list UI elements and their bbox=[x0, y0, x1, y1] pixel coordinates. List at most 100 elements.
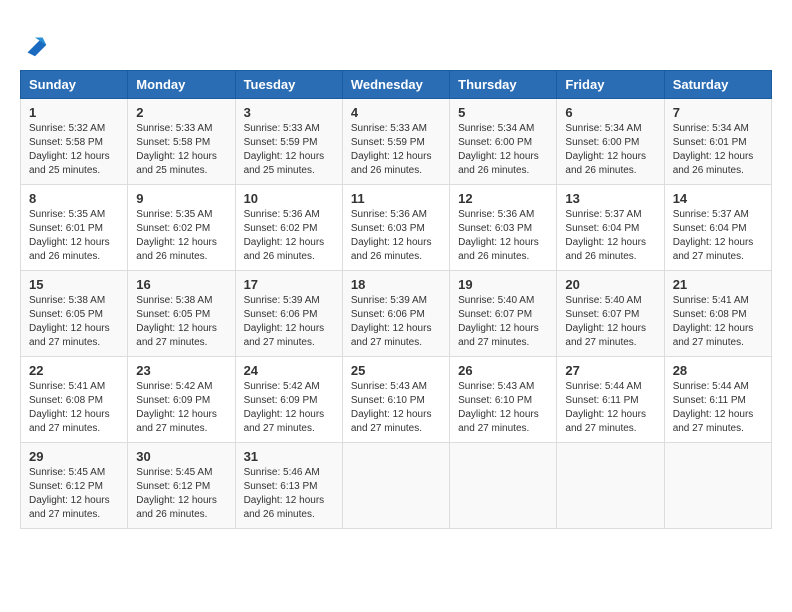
calendar-cell: 6 Sunrise: 5:34 AM Sunset: 6:00 PM Daylig… bbox=[557, 99, 664, 185]
calendar-week: 8Sunrise: 5:35 AM Sunset: 6:01 PM Daylig… bbox=[21, 185, 772, 271]
calendar-cell: 28 Sunrise: 5:44 AM Sunset: 6:11 PM Dayli… bbox=[664, 357, 771, 443]
day-number: 23 bbox=[136, 363, 226, 378]
day-number: 6 bbox=[565, 105, 655, 120]
day-info: Sunrise: 5:40 AM Sunset: 6:07 PM Dayligh… bbox=[458, 294, 548, 350]
calendar-cell bbox=[450, 443, 557, 529]
day-info: Sunrise: 5:37 AM Sunset: 6:04 PM Dayligh… bbox=[673, 208, 763, 264]
day-info: Sunrise: 5:36 AM Sunset: 6:03 PM Dayligh… bbox=[458, 208, 548, 264]
calendar-table: SundayMondayTuesdayWednesdayThursdayFrid… bbox=[20, 70, 772, 529]
calendar-cell: 10 Sunrise: 5:36 AM Sunset: 6:02 PM Dayli… bbox=[235, 185, 342, 271]
calendar-cell: 24 Sunrise: 5:42 AM Sunset: 6:09 PM Dayli… bbox=[235, 357, 342, 443]
calendar-cell: 14 Sunrise: 5:37 AM Sunset: 6:04 PM Dayli… bbox=[664, 185, 771, 271]
day-number: 26 bbox=[458, 363, 548, 378]
day-number: 31 bbox=[244, 449, 334, 464]
calendar-cell: 12 Sunrise: 5:36 AM Sunset: 6:03 PM Dayli… bbox=[450, 185, 557, 271]
calendar-cell: 3 Sunrise: 5:33 AM Sunset: 5:59 PM Daylig… bbox=[235, 99, 342, 185]
day-number: 10 bbox=[244, 191, 334, 206]
header-day: Tuesday bbox=[235, 71, 342, 99]
day-info: Sunrise: 5:38 AM Sunset: 6:05 PM Dayligh… bbox=[136, 294, 226, 350]
calendar-cell: 21 Sunrise: 5:41 AM Sunset: 6:08 PM Dayli… bbox=[664, 271, 771, 357]
day-number: 7 bbox=[673, 105, 763, 120]
calendar-cell bbox=[557, 443, 664, 529]
calendar-cell: 29Sunrise: 5:45 AM Sunset: 6:12 PM Dayli… bbox=[21, 443, 128, 529]
day-number: 14 bbox=[673, 191, 763, 206]
header-day: Monday bbox=[128, 71, 235, 99]
day-info: Sunrise: 5:41 AM Sunset: 6:08 PM Dayligh… bbox=[29, 380, 119, 436]
calendar-week: 1 Sunrise: 5:32 AM Sunset: 5:58 PM Daylig… bbox=[21, 99, 772, 185]
day-info: Sunrise: 5:35 AM Sunset: 6:02 PM Dayligh… bbox=[136, 208, 226, 264]
calendar-cell: 15 Sunrise: 5:38 AM Sunset: 6:05 PM Dayli… bbox=[21, 271, 128, 357]
calendar-cell: 16 Sunrise: 5:38 AM Sunset: 6:05 PM Dayli… bbox=[128, 271, 235, 357]
day-number: 3 bbox=[244, 105, 334, 120]
calendar-cell: 11 Sunrise: 5:36 AM Sunset: 6:03 PM Dayli… bbox=[342, 185, 449, 271]
header-day: Thursday bbox=[450, 71, 557, 99]
calendar-cell bbox=[342, 443, 449, 529]
day-number: 1 bbox=[29, 105, 119, 120]
calendar-cell: 4 Sunrise: 5:33 AM Sunset: 5:59 PM Daylig… bbox=[342, 99, 449, 185]
day-info: Sunrise: 5:42 AM Sunset: 6:09 PM Dayligh… bbox=[136, 380, 226, 436]
day-info: Sunrise: 5:39 AM Sunset: 6:06 PM Dayligh… bbox=[244, 294, 334, 350]
header-day: Sunday bbox=[21, 71, 128, 99]
day-number: 11 bbox=[351, 191, 441, 206]
calendar-cell: 2 Sunrise: 5:33 AM Sunset: 5:58 PM Daylig… bbox=[128, 99, 235, 185]
calendar-week: 29Sunrise: 5:45 AM Sunset: 6:12 PM Dayli… bbox=[21, 443, 772, 529]
calendar-cell: 20Sunrise: 5:40 AM Sunset: 6:07 PM Dayli… bbox=[557, 271, 664, 357]
calendar-cell: 30Sunrise: 5:45 AM Sunset: 6:12 PM Dayli… bbox=[128, 443, 235, 529]
day-info: Sunrise: 5:33 AM Sunset: 5:59 PM Dayligh… bbox=[351, 122, 441, 178]
day-info: Sunrise: 5:44 AM Sunset: 6:11 PM Dayligh… bbox=[565, 380, 655, 436]
day-info: Sunrise: 5:41 AM Sunset: 6:08 PM Dayligh… bbox=[673, 294, 763, 350]
calendar-header: SundayMondayTuesdayWednesdayThursdayFrid… bbox=[21, 71, 772, 99]
day-info: Sunrise: 5:33 AM Sunset: 5:58 PM Dayligh… bbox=[136, 122, 226, 178]
calendar-week: 15 Sunrise: 5:38 AM Sunset: 6:05 PM Dayli… bbox=[21, 271, 772, 357]
day-number: 19 bbox=[458, 277, 548, 292]
day-info: Sunrise: 5:43 AM Sunset: 6:10 PM Dayligh… bbox=[351, 380, 441, 436]
calendar-cell: 7 Sunrise: 5:34 AM Sunset: 6:01 PM Daylig… bbox=[664, 99, 771, 185]
day-number: 4 bbox=[351, 105, 441, 120]
day-number: 8 bbox=[29, 191, 119, 206]
calendar-cell: 5 Sunrise: 5:34 AM Sunset: 6:00 PM Daylig… bbox=[450, 99, 557, 185]
day-info: Sunrise: 5:37 AM Sunset: 6:04 PM Dayligh… bbox=[565, 208, 655, 264]
calendar-cell: 9 Sunrise: 5:35 AM Sunset: 6:02 PM Daylig… bbox=[128, 185, 235, 271]
day-info: Sunrise: 5:36 AM Sunset: 6:02 PM Dayligh… bbox=[244, 208, 334, 264]
day-info: Sunrise: 5:34 AM Sunset: 6:01 PM Dayligh… bbox=[673, 122, 763, 178]
day-info: Sunrise: 5:46 AM Sunset: 6:13 PM Dayligh… bbox=[244, 466, 334, 522]
day-number: 5 bbox=[458, 105, 548, 120]
day-info: Sunrise: 5:45 AM Sunset: 6:12 PM Dayligh… bbox=[136, 466, 226, 522]
calendar-cell: 19 Sunrise: 5:40 AM Sunset: 6:07 PM Dayli… bbox=[450, 271, 557, 357]
day-number: 24 bbox=[244, 363, 334, 378]
day-number: 20 bbox=[565, 277, 655, 292]
day-number: 2 bbox=[136, 105, 226, 120]
calendar-cell: 18 Sunrise: 5:39 AM Sunset: 6:06 PM Dayli… bbox=[342, 271, 449, 357]
day-info: Sunrise: 5:42 AM Sunset: 6:09 PM Dayligh… bbox=[244, 380, 334, 436]
day-number: 16 bbox=[136, 277, 226, 292]
day-info: Sunrise: 5:44 AM Sunset: 6:11 PM Dayligh… bbox=[673, 380, 763, 436]
calendar-cell: 13Sunrise: 5:37 AM Sunset: 6:04 PM Dayli… bbox=[557, 185, 664, 271]
calendar-cell: 1 Sunrise: 5:32 AM Sunset: 5:58 PM Daylig… bbox=[21, 99, 128, 185]
day-info: Sunrise: 5:34 AM Sunset: 6:00 PM Dayligh… bbox=[458, 122, 548, 178]
day-info: Sunrise: 5:45 AM Sunset: 6:12 PM Dayligh… bbox=[29, 466, 119, 522]
header-day: Wednesday bbox=[342, 71, 449, 99]
day-number: 9 bbox=[136, 191, 226, 206]
day-info: Sunrise: 5:43 AM Sunset: 6:10 PM Dayligh… bbox=[458, 380, 548, 436]
day-info: Sunrise: 5:39 AM Sunset: 6:06 PM Dayligh… bbox=[351, 294, 441, 350]
calendar-cell: 22 Sunrise: 5:41 AM Sunset: 6:08 PM Dayli… bbox=[21, 357, 128, 443]
day-number: 25 bbox=[351, 363, 441, 378]
day-info: Sunrise: 5:32 AM Sunset: 5:58 PM Dayligh… bbox=[29, 122, 119, 178]
calendar-cell: 26 Sunrise: 5:43 AM Sunset: 6:10 PM Dayli… bbox=[450, 357, 557, 443]
calendar-cell: 17Sunrise: 5:39 AM Sunset: 6:06 PM Dayli… bbox=[235, 271, 342, 357]
day-number: 21 bbox=[673, 277, 763, 292]
page-header bbox=[20, 20, 772, 60]
calendar-cell: 31 Sunrise: 5:46 AM Sunset: 6:13 PM Dayli… bbox=[235, 443, 342, 529]
calendar-cell: 25 Sunrise: 5:43 AM Sunset: 6:10 PM Dayli… bbox=[342, 357, 449, 443]
day-number: 18 bbox=[351, 277, 441, 292]
day-info: Sunrise: 5:33 AM Sunset: 5:59 PM Dayligh… bbox=[244, 122, 334, 178]
day-number: 22 bbox=[29, 363, 119, 378]
day-info: Sunrise: 5:34 AM Sunset: 6:00 PM Dayligh… bbox=[565, 122, 655, 178]
day-info: Sunrise: 5:36 AM Sunset: 6:03 PM Dayligh… bbox=[351, 208, 441, 264]
logo-icon bbox=[20, 30, 50, 60]
day-number: 12 bbox=[458, 191, 548, 206]
day-info: Sunrise: 5:38 AM Sunset: 6:05 PM Dayligh… bbox=[29, 294, 119, 350]
day-number: 15 bbox=[29, 277, 119, 292]
calendar-cell: 8Sunrise: 5:35 AM Sunset: 6:01 PM Daylig… bbox=[21, 185, 128, 271]
day-number: 28 bbox=[673, 363, 763, 378]
